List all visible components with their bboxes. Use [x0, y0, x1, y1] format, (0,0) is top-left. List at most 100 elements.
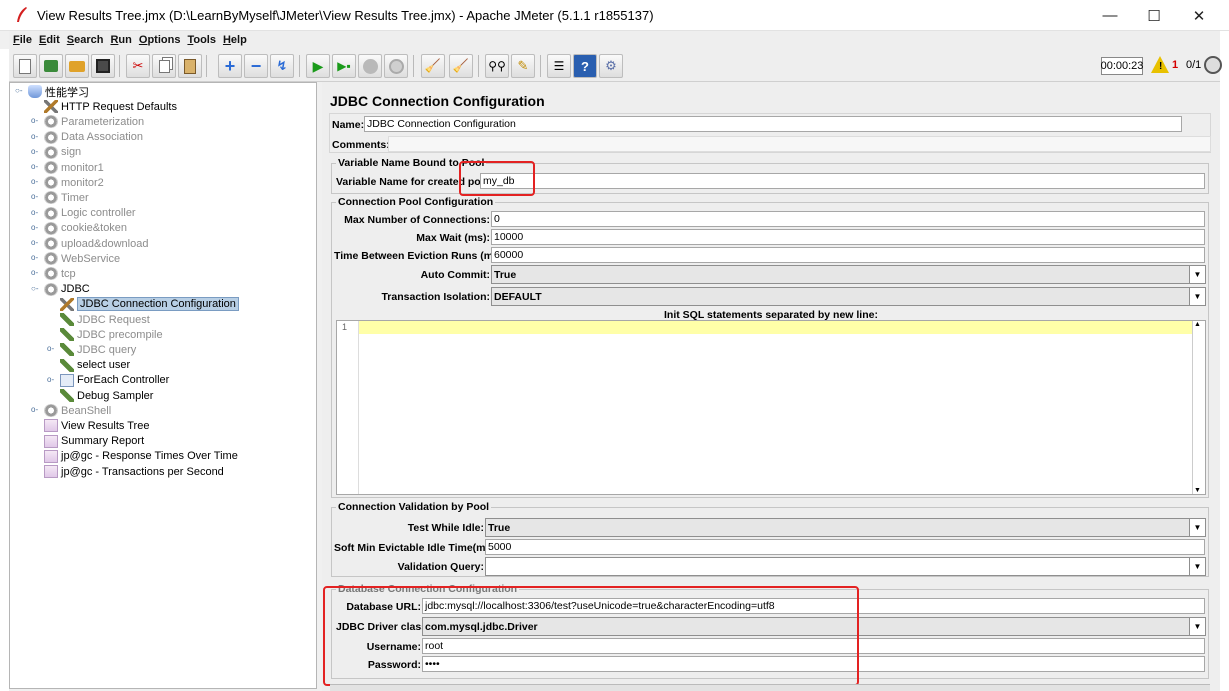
eviction-label: Time Between Eviction Runs (ms): [334, 250, 506, 262]
start-no-pause-icon[interactable]: ▶▪ [332, 54, 356, 78]
shutdown-icon[interactable] [384, 54, 408, 78]
tree-expander-icon[interactable]: o- [31, 177, 41, 186]
tree-node[interactable]: JDBC Connection Configuration [60, 297, 239, 312]
tree-node[interactable]: cookie&token [44, 221, 127, 236]
cut-icon[interactable]: ✂ [126, 54, 150, 78]
max-connections-input[interactable]: 0 [491, 211, 1205, 227]
gear-icon [44, 237, 58, 250]
tree-expander-icon[interactable]: ○- [31, 284, 41, 293]
tree-node[interactable]: JDBC precompile [60, 327, 163, 342]
tree-node[interactable]: BeanShell [44, 403, 111, 418]
start-icon[interactable]: ▶ [306, 54, 330, 78]
tree-node[interactable]: JDBC query [60, 342, 136, 357]
save-icon[interactable] [91, 54, 115, 78]
menu-help[interactable]: Help [223, 34, 247, 46]
tree-node[interactable]: Parameterization [44, 114, 144, 129]
tree-node[interactable]: Logic controller [44, 206, 136, 221]
chevron-down-icon[interactable]: ▼ [1189, 519, 1205, 536]
chevron-down-icon[interactable]: ▼ [1189, 558, 1205, 575]
open-icon[interactable] [65, 54, 89, 78]
tree-node[interactable]: Debug Sampler [60, 388, 153, 403]
sql-scrollbar[interactable]: ▲ ▼ [1192, 321, 1205, 494]
soft-min-input[interactable]: 5000 [485, 539, 1205, 555]
new-icon[interactable] [13, 54, 37, 78]
stop-icon[interactable] [358, 54, 382, 78]
tree-expander-icon[interactable]: o- [31, 253, 41, 262]
tree-node[interactable]: upload&download [44, 236, 148, 251]
tree-node[interactable]: tcp [44, 266, 76, 281]
tree-node[interactable]: Data Association [44, 130, 143, 145]
horizontal-scrollbar[interactable] [330, 684, 1210, 691]
tree-node[interactable]: monitor1 [44, 160, 104, 175]
chevron-down-icon[interactable]: ▼ [1189, 618, 1205, 635]
tree-expander-icon[interactable]: o- [31, 132, 41, 141]
tree-node[interactable]: JDBC [44, 282, 90, 297]
tree-expander-icon[interactable]: ○- [15, 86, 25, 95]
reset-search-icon[interactable]: ✎ [511, 54, 535, 78]
comments-input[interactable] [388, 136, 1211, 152]
auto-commit-select[interactable]: True ▼ [491, 265, 1206, 284]
paste-icon[interactable] [178, 54, 202, 78]
variable-name-input[interactable]: my_db [480, 173, 1205, 189]
tree-expander-icon[interactable]: o- [31, 223, 41, 232]
name-input[interactable]: JDBC Connection Configuration [364, 116, 1182, 132]
max-wait-label: Max Wait (ms): [416, 232, 490, 244]
collapse-icon[interactable]: − [244, 54, 268, 78]
tree-node[interactable]: Timer [44, 190, 89, 205]
validation-query-select[interactable]: ▼ [485, 557, 1206, 576]
tree-node[interactable]: jp@gc - Transactions per Second [44, 464, 224, 479]
tools-icon [44, 100, 58, 114]
remote-icon[interactable]: ⚙ [599, 54, 623, 78]
isolation-select[interactable]: DEFAULT ▼ [491, 287, 1206, 306]
menu-options[interactable]: Options [139, 34, 181, 46]
menu-run[interactable]: Run [110, 34, 131, 46]
tree-expander-icon[interactable]: o- [31, 192, 41, 201]
tree-node[interactable]: JDBC Request [60, 312, 150, 327]
tree-expander-icon[interactable]: o- [31, 238, 41, 247]
chevron-down-icon[interactable]: ▼ [1189, 288, 1205, 305]
tree-expander-icon[interactable]: o- [47, 344, 57, 353]
menu-file[interactable]: File [13, 34, 32, 46]
search-icon[interactable]: ⚲⚲ [485, 54, 509, 78]
tree-node[interactable]: jp@gc - Response Times Over Time [44, 449, 238, 464]
templates-icon[interactable] [39, 54, 63, 78]
clear-all-icon[interactable]: 🧹 [449, 54, 473, 78]
function-helper-icon[interactable]: ☰ [547, 54, 571, 78]
warning-icon-mark: ! [1159, 61, 1163, 72]
tree-expander-icon[interactable]: o- [47, 375, 57, 384]
tree-node[interactable]: Summary Report [44, 434, 144, 449]
copy-icon[interactable] [152, 54, 176, 78]
chevron-up-icon[interactable]: ▲ [1194, 321, 1201, 328]
menu-tools[interactable]: Tools [187, 34, 216, 46]
toggle-icon[interactable]: ↯ [270, 54, 294, 78]
tree-expander-icon[interactable]: o- [31, 405, 41, 414]
tree-expander-icon[interactable]: o- [31, 162, 41, 171]
tree-node[interactable]: View Results Tree [44, 418, 149, 433]
tree-node[interactable]: monitor2 [44, 175, 104, 190]
tree-node[interactable]: WebService [44, 251, 120, 266]
menu-edit[interactable]: Edit [39, 34, 60, 46]
tree-node[interactable]: select user [60, 358, 130, 373]
menu-search[interactable]: Search [67, 34, 104, 46]
tree-expander-icon[interactable]: o- [31, 116, 41, 125]
toolbar: ✂ + − ↯ ▶ ▶▪ 🧹 🧹 ⚲⚲ ✎ ☰ ? ⚙ 00:00:23 ! 1… [9, 49, 1222, 82]
chevron-down-icon[interactable]: ▼ [1194, 487, 1201, 494]
tree-node[interactable]: 性能学习 [28, 84, 89, 99]
minimize-button[interactable]: — [1087, 0, 1133, 31]
tree-expander-icon[interactable]: o- [31, 268, 41, 277]
tree-node[interactable]: HTTP Request Defaults [44, 99, 177, 114]
tree-expander-icon[interactable]: o- [31, 208, 41, 217]
max-wait-input[interactable]: 10000 [491, 229, 1205, 245]
test-idle-select[interactable]: True ▼ [485, 518, 1206, 537]
init-sql-textarea[interactable] [336, 320, 1206, 495]
tree-node[interactable]: sign [44, 145, 81, 160]
maximize-button[interactable]: ☐ [1131, 0, 1177, 31]
tree-node[interactable]: ForEach Controller [60, 373, 169, 388]
tree-expander-icon[interactable]: o- [31, 147, 41, 156]
help-icon[interactable]: ? [573, 54, 597, 78]
close-button[interactable]: ✕ [1176, 0, 1222, 31]
eviction-input[interactable]: 60000 [491, 247, 1205, 263]
expand-icon[interactable]: + [218, 54, 242, 78]
clear-icon[interactable]: 🧹 [421, 54, 445, 78]
chevron-down-icon[interactable]: ▼ [1189, 266, 1205, 283]
